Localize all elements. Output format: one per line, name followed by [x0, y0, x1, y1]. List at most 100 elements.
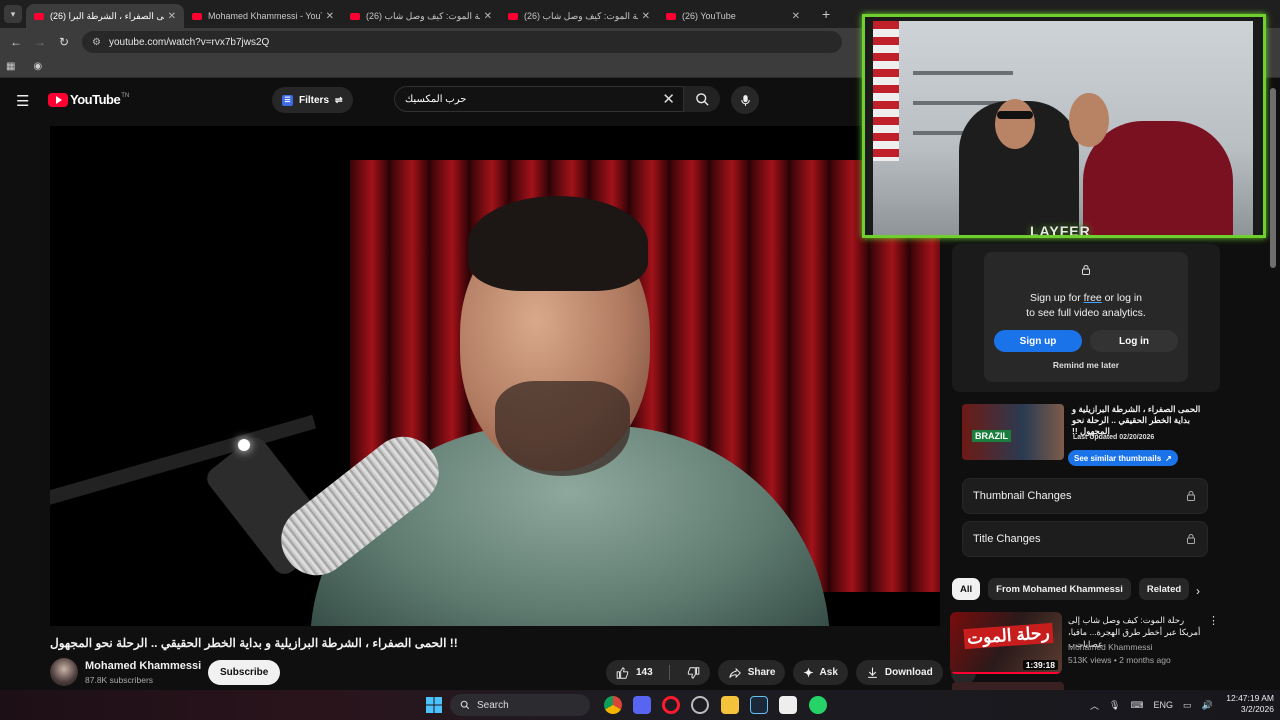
popup-buttons: Sign up Log in — [994, 330, 1178, 352]
search-button[interactable] — [684, 86, 720, 112]
chevron-right-icon[interactable]: › — [1196, 584, 1200, 598]
steam-icon[interactable] — [750, 696, 768, 714]
recommended-video[interactable]: رحلة الموت 1:39:18 رحلة الموت: كيف وصل ش… — [950, 612, 1220, 676]
taskbar-search[interactable]: Search — [450, 694, 590, 716]
close-tab-icon[interactable]: ✕ — [484, 11, 492, 22]
tab-title: (26) رحلة الموت: كيف وصل شاب — [366, 10, 480, 21]
browser-tab-2[interactable]: Mohamed Khammessi - YouTube ✕ — [184, 4, 342, 28]
analytics-login-popup: Sign up for free or log in to see full v… — [984, 252, 1188, 382]
recommended-channel[interactable]: Mohamed Khammessi — [1068, 642, 1153, 652]
microphone-icon — [740, 94, 750, 106]
recommended-thumbnail[interactable]: رحلة الموت 1:39:18 — [950, 612, 1062, 674]
thumbnail-text: BRAZIL — [972, 430, 1011, 442]
subscribe-button[interactable]: Subscribe — [208, 660, 281, 685]
speaker-beard — [495, 381, 630, 476]
video-player[interactable] — [50, 126, 940, 626]
settings-icon[interactable] — [691, 696, 709, 714]
taskbar-clock[interactable]: 12:47:19 AM 3/2/2026 — [1218, 693, 1274, 715]
ask-button[interactable]: ✦ Ask — [793, 660, 848, 685]
hanging-flag — [873, 21, 899, 161]
webcam-room — [873, 21, 1253, 235]
search-input[interactable]: حرب المكسيك ✕ — [394, 86, 684, 112]
next-recommended-thumbnail[interactable] — [952, 682, 1064, 690]
dislike-button[interactable] — [676, 660, 710, 685]
youtube-favicon-icon — [350, 12, 360, 20]
youtube-logo[interactable]: YouTube TN — [48, 92, 129, 107]
discord-icon[interactable] — [633, 696, 651, 714]
site-info-icon[interactable]: ⚙ — [92, 37, 101, 48]
recommended-meta: 513K views • 2 months ago — [1068, 655, 1171, 665]
reload-icon[interactable]: ↻ — [52, 35, 76, 49]
search-icon — [460, 700, 470, 710]
chip-from-channel[interactable]: From Mohamed Khammessi — [988, 578, 1131, 600]
sign-up-button[interactable]: Sign up — [994, 330, 1082, 352]
forward-arrow-icon[interactable]: → — [28, 35, 52, 49]
whatsapp-icon[interactable] — [809, 696, 827, 714]
video-title: !! الحمى الصفراء ، الشرطة البرازيلية و ب… — [50, 636, 458, 650]
like-button[interactable]: 143 — [606, 660, 663, 685]
filters-button[interactable]: ☰ Filters ⇌ — [272, 87, 353, 113]
share-button[interactable]: Share — [717, 660, 786, 685]
shelf — [913, 71, 1013, 75]
close-tab-icon[interactable]: ✕ — [792, 11, 800, 22]
page-scrollbar[interactable] — [1270, 88, 1276, 268]
speaker-hair — [468, 196, 648, 291]
streamer-1-head — [995, 99, 1035, 149]
language-indicator[interactable]: ENG — [1153, 700, 1173, 710]
channel-name[interactable]: Mohamed Khammessi — [85, 660, 201, 672]
youtube-favicon-icon — [508, 12, 518, 20]
web-icon[interactable]: ◉ — [33, 61, 42, 72]
clear-search-icon[interactable]: ✕ — [662, 90, 675, 108]
download-label: Download — [884, 667, 933, 678]
close-tab-icon[interactable]: ✕ — [168, 11, 176, 22]
back-arrow-icon[interactable]: ← — [4, 35, 28, 49]
taskbar-search-label: Search — [477, 699, 509, 711]
chip-related[interactable]: Related — [1138, 578, 1190, 600]
browser-tab-4[interactable]: (26) رحلة الموت: كيف وصل شاب ✕ — [500, 4, 658, 28]
volume-icon[interactable]: 🔊 — [1201, 700, 1212, 711]
keyboard-icon[interactable]: ⌨ — [1130, 700, 1143, 711]
opera-icon[interactable] — [662, 696, 680, 714]
more-vertical-icon[interactable]: ⋮ — [1208, 614, 1219, 627]
title-changes-row[interactable]: Title Changes — [962, 521, 1208, 557]
close-tab-icon[interactable]: ✕ — [642, 11, 650, 22]
url-text: youtube.com/watch?v=rvx7b7jws2Q — [108, 36, 270, 48]
apps-grid-icon[interactable]: ▦ — [6, 61, 15, 72]
recommended-age: 2 months ago — [1119, 655, 1171, 665]
ask-label: Ask — [819, 667, 838, 678]
new-tab-icon[interactable]: + — [822, 6, 830, 22]
like-count: 143 — [636, 667, 653, 678]
browser-tab-5[interactable]: (26) YouTube ✕ — [658, 4, 808, 28]
voice-search-button[interactable] — [731, 86, 759, 114]
browser-tab-3[interactable]: (26) رحلة الموت: كيف وصل شاب ✕ — [342, 4, 500, 28]
recommended-views: 513K views — [1068, 655, 1112, 665]
chrome-icon[interactable] — [604, 696, 622, 714]
popup-line1-pre: Sign up for — [1029, 292, 1084, 304]
popup-free-word: free — [1083, 292, 1102, 304]
thumbnail-changes-row[interactable]: Thumbnail Changes — [962, 478, 1208, 514]
epic-games-icon[interactable] — [779, 696, 797, 714]
see-similar-label: See similar thumbnails — [1074, 453, 1162, 463]
browser-tab-1[interactable]: (26) الحمى الصفراء ، الشرطة البرا ✕ — [26, 4, 184, 28]
microphone-tray-icon[interactable]: 🎙 — [1109, 700, 1120, 711]
download-button[interactable]: Download — [855, 660, 943, 685]
system-tray: ︿ 🎙 ⌨ ENG ▭ 🔊 — [1090, 690, 1213, 720]
log-in-button[interactable]: Log in — [1090, 330, 1178, 352]
remind-later-link[interactable]: Remind me later — [984, 360, 1188, 370]
close-tab-icon[interactable]: ✕ — [326, 11, 334, 22]
channel-avatar[interactable] — [50, 658, 78, 686]
subscriber-count: 87.8K subscribers — [85, 675, 154, 685]
tray-overflow-icon[interactable]: ︿ — [1090, 699, 1099, 712]
windows-start-icon[interactable] — [426, 697, 442, 713]
thumbs-up-icon — [616, 666, 629, 679]
see-similar-thumbnails-button[interactable]: See similar thumbnails ↗ — [1068, 450, 1178, 466]
file-explorer-icon[interactable] — [721, 696, 739, 714]
tab-search-button[interactable]: ▾ — [4, 5, 22, 23]
video-thumbnail[interactable]: BRAZIL — [962, 404, 1064, 460]
chip-all[interactable]: All — [952, 578, 981, 600]
url-field[interactable]: ⚙ youtube.com/watch?v=rvx7b7jws2Q — [82, 31, 842, 53]
menu-hamburger-icon[interactable]: ☰ — [16, 92, 29, 110]
share-icon — [728, 667, 741, 678]
popup-message: Sign up for free or log in to see full v… — [984, 291, 1188, 321]
network-icon[interactable]: ▭ — [1183, 700, 1192, 711]
